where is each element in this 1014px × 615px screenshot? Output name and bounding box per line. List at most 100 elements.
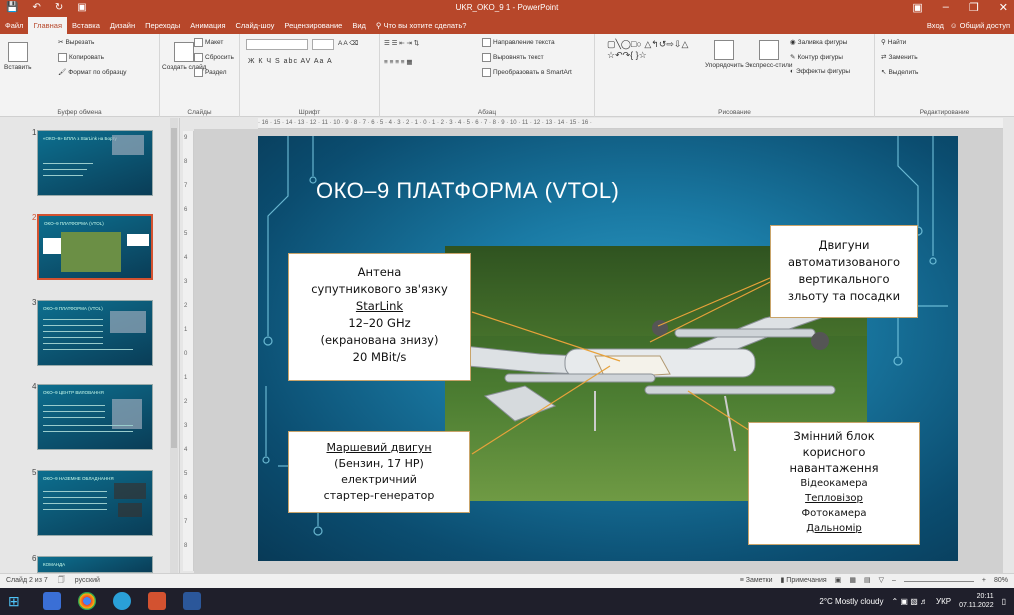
comments-button[interactable]: ▮ Примечания [781, 574, 827, 588]
chrome-icon[interactable] [78, 592, 96, 610]
clock[interactable]: 20:11 07.11.2022 [959, 592, 994, 610]
copy-button[interactable]: Копировать [58, 53, 104, 62]
cut-button[interactable]: ✂ Вырезать [58, 38, 94, 47]
thumb-line [43, 349, 133, 350]
tab-insert[interactable]: Вставка [67, 17, 105, 34]
slide-thumbnail-3[interactable]: ОКО–9 ПЛАТФОРМА (VTOL) [37, 300, 153, 366]
file-explorer-icon[interactable] [43, 592, 61, 610]
horizontal-ruler[interactable]: · 16 · 15 · 14 · 13 · 12 · 11 · 10 · 9 ·… [258, 118, 1003, 129]
align-buttons[interactable]: ≡ ≡ ≡ ≡ ▦ [384, 58, 413, 66]
start-button[interactable]: ⊞ [8, 592, 26, 610]
zoom-slider[interactable] [903, 580, 974, 582]
shapes-gallery[interactable]: ▢╲◯□○ △↰↺⇨⇩△ ☆↶↷{ }☆ [607, 39, 697, 61]
thumb-title: ОКО–9 ПЛАТФОРМА (VTOL) [44, 221, 104, 226]
tab-animations[interactable]: Анимация [185, 17, 230, 34]
ribbon-display-icon[interactable]: ▣ [912, 1, 922, 14]
word-icon[interactable] [183, 592, 201, 610]
shape-fill-button[interactable]: ◉ Заливка фигуры [790, 38, 847, 47]
slideshow-icon[interactable]: ▽ [879, 574, 884, 588]
paint-bucket-icon: ◉ [790, 39, 796, 46]
paste-button[interactable]: Вставить [4, 42, 32, 71]
minimize-button[interactable]: – [943, 1, 949, 14]
thumb-image [61, 232, 121, 272]
font-size-combo[interactable] [312, 39, 334, 50]
callout-vtol-engines[interactable]: Двигуни автоматизованого вертикального з… [770, 225, 918, 318]
callout-payload[interactable]: Змінний блок корисного навантаження Віде… [748, 422, 920, 545]
editor-scrollbar[interactable] [1003, 118, 1014, 573]
spellcheck-icon[interactable]: 🗍 [58, 574, 65, 588]
text-direction-button[interactable]: Направление текста [482, 38, 555, 47]
weather-widget[interactable]: 2°C Mostly cloudy [819, 597, 883, 606]
group-paragraph: ☰ ☰ ⇤ ⇥ ⇅ ≡ ≡ ≡ ≡ ▦ Направление текста В… [380, 34, 595, 117]
font-family-combo[interactable] [246, 39, 308, 50]
font-grow-buttons[interactable]: A A ⌫ [338, 39, 358, 47]
close-button[interactable]: ✕ [999, 1, 1008, 14]
slide-counter: Слайд 2 из 7 [6, 577, 48, 584]
callout-march-engine[interactable]: Маршевий двигун (Бензин, 17 HP) електрич… [288, 431, 470, 513]
group-editing: ⚲ Найти ⇄ Заменить ↖ Выделить Редактировани… [875, 34, 1014, 117]
vertical-ruler[interactable]: 9 8 7 6 5 4 3 2 1 0 1 2 3 4 5 6 7 8 [183, 131, 194, 571]
tell-me-search[interactable]: ⚲ Что вы хотите сделать? [371, 17, 472, 34]
tab-slideshow[interactable]: Слайд-шоу [231, 17, 280, 34]
zoom-in-button[interactable]: + [982, 574, 986, 588]
slide-thumbnail-6[interactable]: КОМАНДА [37, 556, 153, 573]
share-button[interactable]: ☺ Общий доступ [950, 17, 1010, 34]
tab-design[interactable]: Дизайн [105, 17, 140, 34]
reset-button[interactable]: Сбросить [194, 53, 234, 62]
ruler-tick: 8 [184, 543, 188, 549]
section-button[interactable]: Раздел [194, 68, 226, 77]
callout-antenna[interactable]: Антена супутникового зв'язку StarLink 12… [288, 253, 471, 381]
notes-button[interactable]: ≡ Заметки [740, 574, 773, 588]
notifications-icon[interactable]: ▯ [1002, 597, 1006, 606]
align-text-button[interactable]: Выровнять текст [482, 53, 544, 62]
select-button[interactable]: ↖ Выделить [881, 68, 918, 77]
shape-outline-button[interactable]: ✎ Контур фигуры [790, 53, 843, 62]
slide-thumbnails-panel: 1 «ОКО–9» БПЛА з StarLink на Борту 2 ОКО… [25, 118, 180, 573]
thumb-line [43, 411, 105, 412]
tray-icons[interactable]: ⌃ ▣ ▧ ♬ [892, 597, 929, 606]
reading-view-icon[interactable]: ▤ [864, 574, 871, 588]
tab-home[interactable]: Главная [28, 17, 67, 34]
maximize-button[interactable]: ❐ [969, 1, 979, 14]
thumb-number: 3 [32, 298, 37, 307]
tab-transitions[interactable]: Переходы [140, 17, 185, 34]
quick-styles-button[interactable]: Экспресс-стили [745, 40, 793, 69]
find-button[interactable]: ⚲ Найти [881, 38, 906, 47]
keyboard-language[interactable]: УКР [936, 597, 951, 606]
slide-thumbnail-1[interactable]: «ОКО–9» БПЛА з StarLink на Борту [37, 130, 153, 196]
normal-view-icon[interactable]: ▣ [835, 574, 842, 588]
slide-thumbnail-4[interactable]: ОКО–9 ЦЕНТР ВИЛОВАННЯ [37, 384, 153, 450]
thumb-title: ОКО–9 ЦЕНТР ВИЛОВАННЯ [43, 390, 104, 395]
callout-line: StarLink [355, 299, 404, 313]
callout-line: Тепловізор [805, 493, 863, 504]
thumb-line [43, 491, 107, 492]
group-label: Рисование [718, 109, 751, 116]
current-slide[interactable]: ОКО–9 ПЛАТФОРМА (VTOL) Антена супутников… [258, 136, 958, 561]
list-buttons[interactable]: ☰ ☰ ⇤ ⇥ ⇅ [384, 39, 419, 47]
slide-sorter-icon[interactable]: ▦ [849, 574, 856, 588]
language-indicator[interactable]: русский [75, 574, 100, 588]
tab-view[interactable]: Вид [347, 17, 371, 34]
zoom-level[interactable]: 80% [994, 574, 1008, 588]
font-format-buttons[interactable]: Ж К Ч S abc AV Aa A [248, 58, 333, 65]
thumbnails-scrollbar[interactable] [170, 118, 178, 573]
callout-line: вертикального [798, 272, 890, 286]
telegram-icon[interactable] [113, 592, 131, 610]
thumb-line [43, 331, 103, 332]
layout-button[interactable]: Макет [194, 38, 223, 47]
arrange-button[interactable]: Упорядочить [705, 40, 744, 69]
thumb-image [118, 503, 142, 517]
replace-button[interactable]: ⇄ Заменить [881, 53, 918, 62]
shape-effects-button[interactable]: ◐ Эффекты фигуры [790, 68, 850, 75]
powerpoint-icon[interactable] [148, 592, 166, 610]
scrollbar-thumb[interactable] [171, 128, 177, 448]
slide-thumbnail-5[interactable]: ОКО–9 НАЗЕМНЕ ОБЛАДНАННЯ [37, 470, 153, 536]
format-painter-button[interactable]: 🖌 Формат по образцу [58, 68, 127, 77]
ruler-tick: 2 [184, 399, 188, 405]
slide-thumbnail-2[interactable]: ОКО–9 ПЛАТФОРМА (VTOL) [37, 214, 153, 280]
smartart-button[interactable]: Преобразовать в SmartArt [482, 68, 572, 77]
signin-link[interactable]: Вход [927, 17, 944, 34]
tab-file[interactable]: Файл [0, 17, 28, 34]
zoom-out-button[interactable]: – [892, 574, 896, 588]
tab-review[interactable]: Рецензирование [279, 17, 347, 34]
